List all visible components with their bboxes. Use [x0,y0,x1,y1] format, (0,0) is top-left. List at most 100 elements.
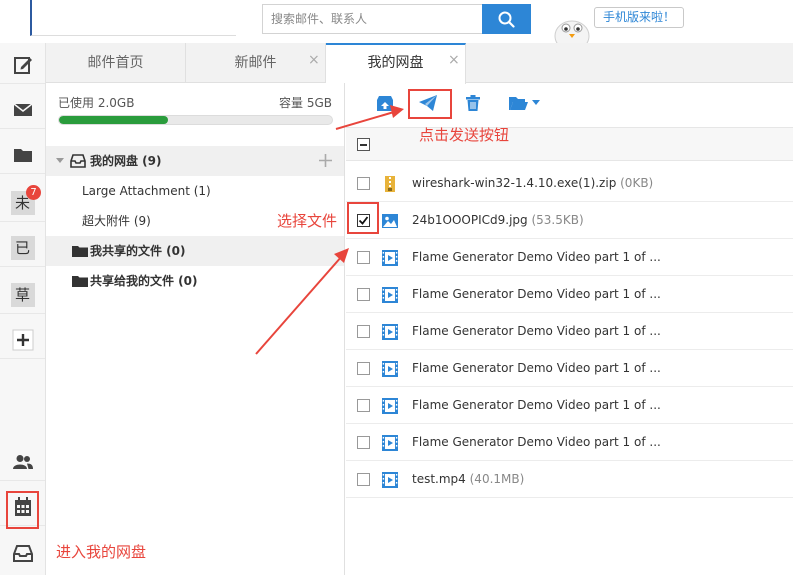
delete-button[interactable] [462,93,484,113]
tree-label: Large Attachment (1) [82,184,211,198]
file-list-header [346,127,793,161]
search-button[interactable] [482,4,531,34]
used-storage-text: 已使用 2.0GB [58,96,135,110]
file-name[interactable]: test.mp4 (40.1MB) [412,461,524,498]
tab-label: 新邮件 [234,55,277,71]
chevron-down-icon [532,100,540,105]
image-icon [382,213,398,229]
file-checkbox[interactable] [357,288,370,301]
contacts-icon [12,455,33,469]
rail-unread[interactable]: 未 7 [0,185,45,222]
rail-inbox[interactable] [0,92,45,129]
netdisk-highlight-box [6,491,39,529]
netdisk-icon [12,544,33,562]
add-folder-icon[interactable] [319,154,332,167]
file-row[interactable]: test.mp4 (40.1MB) [346,461,793,498]
file-row[interactable]: Flame Generator Demo Video part 1 of ... [346,239,793,276]
file-name-text: Flame Generator Demo Video part 1 of ... [412,324,661,338]
tree-my-shared[interactable]: 我共享的文件 (0) [46,236,344,266]
tree-shared-with-me[interactable]: 共享给我的文件 (0) [46,266,344,296]
search-icon [498,11,515,28]
rail-drafts[interactable]: 草 [0,277,45,314]
file-row[interactable]: Flame Generator Demo Video part 1 of ... [346,276,793,313]
rail-add[interactable] [0,322,45,359]
file-name-text: Flame Generator Demo Video part 1 of ... [412,398,661,412]
mobile-version-bubble[interactable]: 手机版来啦！ [594,7,685,28]
close-icon[interactable]: × [448,52,460,68]
folder-icon [72,276,88,287]
rail-netdisk[interactable] [0,534,45,571]
video-icon [382,361,398,377]
rail-folders[interactable] [0,137,45,174]
netdisk-icon [70,154,86,168]
select-tip-annotation: 选择文件 [277,212,338,230]
video-icon [382,472,398,488]
file-size: (53.5KB) [527,213,584,227]
file-size: (40.1MB) [465,472,525,486]
mail-icon [13,103,32,116]
close-icon[interactable]: × [308,52,320,68]
logo-area [30,0,236,36]
video-icon [382,435,398,451]
file-name-text: Flame Generator Demo Video part 1 of ... [412,361,661,375]
file-size: (0KB) [616,176,654,190]
draft-letter: 草 [10,283,35,307]
file-list-panel: wireshark-win32-1.4.10.exe(1).zip (0KB) 2… [346,83,793,575]
search-input[interactable] [263,5,482,33]
file-row[interactable]: Flame Generator Demo Video part 1 of ... [346,387,793,424]
capacity-text: 容量 5GB [279,96,332,110]
file-checkbox[interactable] [357,251,370,264]
file-name[interactable]: 24b1OOOPICd9.jpg (53.5KB) [412,202,584,239]
file-row[interactable]: 24b1OOOPICd9.jpg (53.5KB) [346,202,793,239]
tab-my-netdisk[interactable]: 我的网盘 [326,43,466,84]
zip-icon [382,176,398,192]
file-name[interactable]: Flame Generator Demo Video part 1 of ... [412,276,661,313]
video-icon [382,287,398,303]
tree-label: 我的网盘 (9) [90,154,162,168]
tree-label: 超大附件 (9) [82,214,151,228]
file-checkbox[interactable] [357,436,370,449]
file-row[interactable]: Flame Generator Demo Video part 1 of ... [346,313,793,350]
tab-mail-home[interactable]: 邮件首页 [46,43,186,83]
tab-new-mail[interactable]: 新邮件 [186,43,326,83]
file-name[interactable]: Flame Generator Demo Video part 1 of ... [412,387,661,424]
video-icon [382,250,398,266]
rail-sent[interactable]: 已 [0,230,45,267]
file-row[interactable]: Flame Generator Demo Video part 1 of ... [346,350,793,387]
tab-label: 邮件首页 [87,55,144,71]
folder-icon [13,149,32,162]
file-checkbox[interactable] [357,177,370,190]
search-box[interactable] [262,4,482,34]
trash-icon [466,95,480,111]
folder-open-icon [509,97,528,110]
file-checkbox[interactable] [357,325,370,338]
file-name[interactable]: Flame Generator Demo Video part 1 of ... [412,313,661,350]
netdisk-tree-panel: 已使用 2.0GB 容量 5GB 我的网盘 (9) Large Attachme… [46,83,345,575]
file-name[interactable]: Flame Generator Demo Video part 1 of ... [412,239,661,276]
file-name-text: test.mp4 [412,472,466,486]
video-icon [382,398,398,414]
upload-button[interactable] [374,93,396,113]
send-button-highlight [408,89,452,119]
file-name[interactable]: wireshark-win32-1.4.10.exe(1).zip (0KB) [412,165,653,202]
rail-contacts[interactable] [0,444,45,481]
tree-my-netdisk[interactable]: 我的网盘 (9) [46,146,344,176]
file-name[interactable]: Flame Generator Demo Video part 1 of ... [412,350,661,387]
video-icon [382,324,398,340]
select-all-checkbox[interactable] [357,138,370,151]
file-checkbox[interactable] [357,399,370,412]
mascot-icon [554,20,590,44]
file-name[interactable]: Flame Generator Demo Video part 1 of ... [412,424,661,461]
file-checkbox[interactable] [357,473,370,486]
file-name-text: Flame Generator Demo Video part 1 of ... [412,287,661,301]
tab-bar: 邮件首页 新邮件 × 我的网盘 × [46,43,793,84]
file-checkbox[interactable] [357,362,370,375]
tree-large-attachment[interactable]: Large Attachment (1) [46,176,344,206]
move-folder-dropdown[interactable] [506,93,542,113]
file-name-text: Flame Generator Demo Video part 1 of ... [412,250,661,264]
rail-compose[interactable] [0,47,45,84]
storage-usage-fill [59,116,169,124]
file-row[interactable]: Flame Generator Demo Video part 1 of ... [346,424,793,461]
tree-label: 我共享的文件 (0) [90,244,186,258]
file-row[interactable]: wireshark-win32-1.4.10.exe(1).zip (0KB) [346,165,793,202]
